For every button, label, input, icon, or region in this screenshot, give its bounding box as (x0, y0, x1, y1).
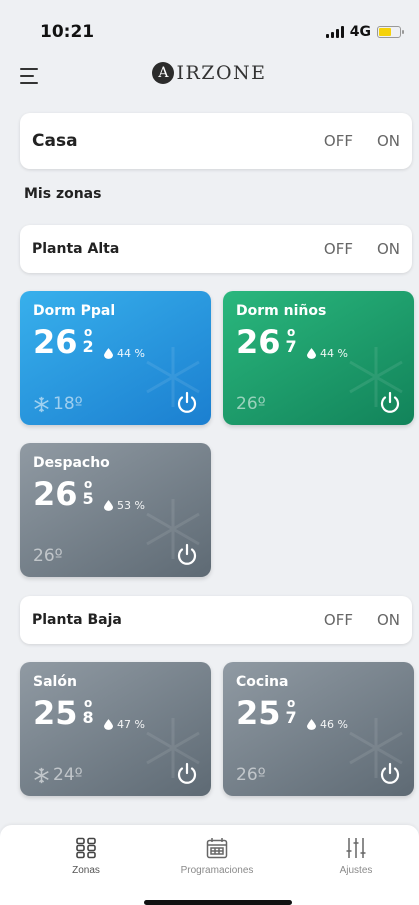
sliders-icon (346, 838, 366, 858)
status-indicators: 4G (325, 24, 404, 40)
droplet-icon (104, 719, 113, 730)
nav-item-ajustes[interactable]: Ajustes (296, 837, 416, 876)
brand-text: IRZONE (176, 62, 267, 84)
zone-setpoint: 24º (33, 765, 83, 785)
temp-integer: 26 (236, 323, 281, 361)
signal-icon (325, 26, 344, 38)
zone-card-despacho[interactable]: Despacho 26 o5 53 % 26º (20, 443, 211, 577)
zone-name: Despacho (33, 455, 110, 471)
power-icon[interactable] (378, 762, 402, 786)
setpoint-value: 18º (53, 394, 83, 414)
home-indicator (144, 900, 292, 905)
droplet-icon (104, 500, 113, 511)
temp-decimal: 5 (82, 489, 94, 508)
zone-setpoint: 26º (33, 546, 63, 566)
zone-name: Dorm Ppal (33, 303, 116, 319)
power-icon[interactable] (175, 391, 199, 415)
droplet-icon (104, 348, 113, 359)
bottom-nav: Zonas Programaciones Ajustes (0, 825, 419, 905)
zone-card-dorm-ninos[interactable]: Dorm niños 26 o7 44 % 26º (223, 291, 414, 425)
group-card-planta-baja: Planta Baja OFF ON (20, 596, 412, 644)
zone-name: Cocina (236, 674, 289, 690)
droplet-icon (307, 348, 316, 359)
temp-integer: 25 (236, 694, 281, 732)
zone-temperature: 25 o7 (236, 695, 297, 731)
network-label: 4G (349, 24, 371, 40)
zone-temperature: 26 o2 (33, 324, 94, 360)
app-header: A IRZONE (0, 56, 419, 96)
status-bar: 10:21 4G (0, 0, 419, 64)
temp-decimal: 7 (285, 708, 297, 727)
zone-temperature: 26 o5 (33, 476, 94, 512)
group-title: Planta Baja (32, 612, 122, 628)
nav-label: Ajustes (339, 865, 373, 876)
battery-icon (377, 26, 404, 38)
temp-integer: 25 (33, 694, 78, 732)
zone-humidity: 46 % (307, 718, 348, 731)
zone-setpoint: 18º (33, 394, 83, 414)
zone-setpoint: 26º (236, 765, 266, 785)
brand-logo: A IRZONE (0, 62, 419, 84)
group-title: Planta Alta (32, 241, 120, 257)
temp-decimal: 8 (82, 708, 94, 727)
calendar-icon (206, 838, 228, 859)
setpoint-value: 26º (33, 546, 63, 566)
zone-name: Dorm niños (236, 303, 327, 319)
nav-item-programaciones[interactable]: Programaciones (157, 837, 277, 876)
nav-label: Programaciones (180, 865, 254, 876)
zone-humidity: 44 % (104, 347, 145, 360)
temp-integer: 26 (33, 323, 78, 361)
temp-decimal: 2 (82, 337, 94, 356)
temp-integer: 26 (33, 475, 78, 513)
setpoint-value: 26º (236, 394, 266, 414)
group-off-button[interactable]: OFF (324, 240, 353, 258)
status-time: 10:21 (40, 22, 95, 42)
zone-humidity: 44 % (307, 347, 348, 360)
zone-card-cocina[interactable]: Cocina 25 o7 46 % 26º (223, 662, 414, 796)
group-card-planta-alta: Planta Alta OFF ON (20, 225, 412, 273)
grid-icon (76, 837, 96, 859)
group-on-button[interactable]: ON (377, 611, 400, 629)
snowflake-icon (34, 767, 49, 783)
airzone-logo-icon: A (152, 62, 175, 84)
zone-card-salon[interactable]: Salón 25 o8 47 % 24º (20, 662, 211, 796)
casa-off-button[interactable]: OFF (324, 132, 353, 150)
zone-temperature: 26 o7 (236, 324, 297, 360)
zone-name: Salón (33, 674, 77, 690)
group-on-button[interactable]: ON (377, 240, 400, 258)
temp-decimal: 7 (285, 337, 297, 356)
casa-title: Casa (32, 131, 78, 151)
snowflake-icon (34, 396, 49, 412)
humidity-value: 44 % (320, 347, 348, 360)
power-icon[interactable] (175, 762, 199, 786)
humidity-value: 46 % (320, 718, 348, 731)
power-icon[interactable] (378, 391, 402, 415)
humidity-value: 44 % (117, 347, 145, 360)
setpoint-value: 24º (53, 765, 83, 785)
zone-setpoint: 26º (236, 394, 266, 414)
droplet-icon (307, 719, 316, 730)
casa-on-button[interactable]: ON (377, 132, 400, 150)
group-off-button[interactable]: OFF (324, 611, 353, 629)
power-icon[interactable] (175, 543, 199, 567)
zone-card-dorm-ppal[interactable]: Dorm Ppal 26 o2 44 % 18º (20, 291, 211, 425)
setpoint-value: 26º (236, 765, 266, 785)
humidity-value: 47 % (117, 718, 145, 731)
casa-card: Casa OFF ON (20, 113, 412, 169)
zone-humidity: 53 % (104, 499, 145, 512)
section-label: Mis zonas (24, 186, 102, 202)
nav-item-zonas[interactable]: Zonas (26, 837, 146, 876)
humidity-value: 53 % (117, 499, 145, 512)
zone-temperature: 25 o8 (33, 695, 94, 731)
nav-label: Zonas (72, 865, 100, 876)
zone-humidity: 47 % (104, 718, 145, 731)
